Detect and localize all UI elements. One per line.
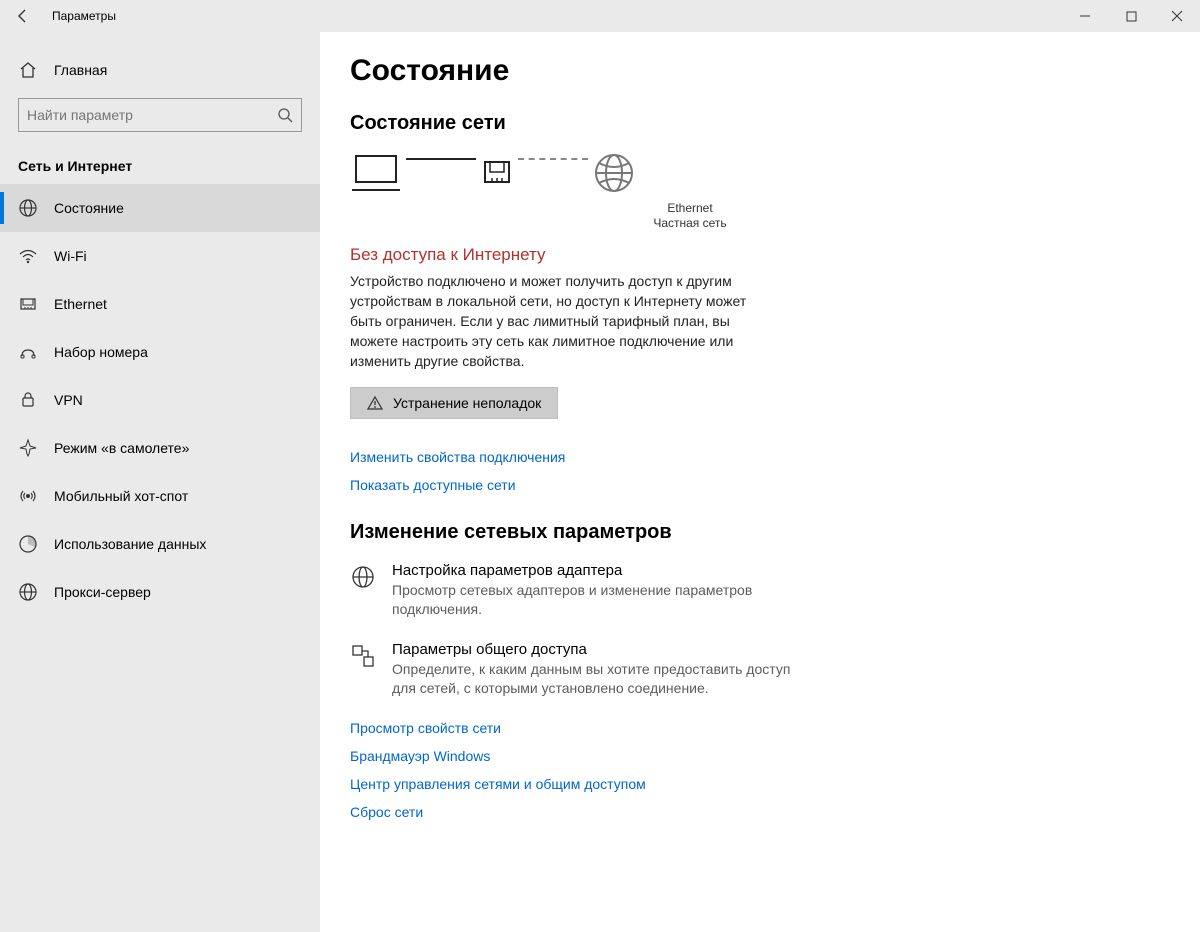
option-sharing-settings[interactable]: Параметры общего доступа Определите, к к… — [350, 641, 810, 698]
sidebar-item-wifi[interactable]: Wi-Fi — [0, 232, 320, 280]
globe-icon — [592, 151, 636, 195]
diagram-connection-dashed — [518, 158, 588, 160]
close-icon — [1171, 10, 1183, 22]
sharing-options-icon — [350, 641, 378, 698]
sidebar-item-datausage[interactable]: Использование данных — [0, 520, 320, 568]
data-usage-icon — [18, 534, 38, 554]
wifi-icon — [18, 246, 38, 266]
titlebar: Параметры — [0, 0, 1200, 32]
page-title: Состояние — [350, 54, 910, 88]
search-icon — [277, 107, 293, 123]
link-windows-firewall[interactable]: Брандмауэр Windows — [350, 748, 910, 764]
diagram-adapter — [480, 156, 514, 190]
link-view-network-props[interactable]: Просмотр свойств сети — [350, 720, 910, 736]
status-title: Без доступа к Интернету — [350, 245, 910, 265]
sidebar-item-label: Мобильный хот-спот — [54, 488, 188, 504]
sidebar-item-ethernet[interactable]: Ethernet — [0, 280, 320, 328]
ethernet-adapter-icon — [480, 156, 514, 190]
maximize-icon — [1126, 11, 1137, 22]
sidebar-item-label: Набор номера — [54, 344, 148, 360]
vpn-icon — [18, 390, 38, 410]
option-title: Настройка параметров адаптера — [392, 562, 810, 579]
sidebar-item-label: Использование данных — [54, 536, 206, 552]
pc-icon — [350, 152, 402, 194]
option-title: Параметры общего доступа — [392, 641, 810, 658]
option-desc: Определите, к каким данным вы хотите пре… — [392, 660, 810, 698]
sidebar-item-label: Прокси-сервер — [54, 584, 151, 600]
hotspot-icon — [18, 486, 38, 506]
warning-icon — [367, 395, 383, 411]
dialup-icon — [18, 342, 38, 362]
search-input[interactable] — [27, 107, 277, 123]
link-network-sharing-center[interactable]: Центр управления сетями и общим доступом — [350, 776, 910, 792]
sidebar-nav: Состояние Wi-Fi Ethernet — [0, 184, 320, 616]
proxy-icon — [18, 582, 38, 602]
option-adapter-settings[interactable]: Настройка параметров адаптера Просмотр с… — [350, 562, 810, 619]
minimize-icon — [1079, 10, 1091, 22]
sidebar-item-label: Режим «в самолете» — [54, 440, 189, 456]
status-icon — [18, 198, 38, 218]
sidebar-item-airplane[interactable]: Режим «в самолете» — [0, 424, 320, 472]
sidebar-item-label: Ethernet — [54, 296, 107, 312]
sidebar-item-label: VPN — [54, 392, 83, 408]
link-network-reset[interactable]: Сброс сети — [350, 804, 910, 820]
window-title: Параметры — [52, 9, 116, 23]
content-area: Состояние Состояние сети Et — [320, 32, 1200, 932]
sidebar-item-hotspot[interactable]: Мобильный хот-спот — [0, 472, 320, 520]
diagram-labels: Ethernet Частная сеть — [350, 201, 910, 231]
diagram-label-sub: Частная сеть — [470, 216, 910, 231]
change-settings-heading: Изменение сетевых параметров — [350, 521, 910, 544]
network-diagram — [350, 151, 910, 195]
adapter-options-icon — [350, 562, 378, 619]
link-change-connection-props[interactable]: Изменить свойства подключения — [350, 449, 910, 465]
search-box[interactable] — [18, 98, 302, 132]
diagram-globe — [592, 151, 636, 195]
arrow-left-icon — [16, 9, 30, 23]
diagram-connection-solid — [406, 158, 476, 160]
sidebar-item-dialup[interactable]: Набор номера — [0, 328, 320, 376]
diagram-label-main: Ethernet — [470, 201, 910, 216]
sidebar-item-label: Состояние — [54, 200, 124, 216]
maximize-button[interactable] — [1108, 0, 1154, 32]
diagram-pc — [350, 152, 402, 194]
airplane-icon — [18, 438, 38, 458]
sidebar-item-vpn[interactable]: VPN — [0, 376, 320, 424]
troubleshoot-button[interactable]: Устранение неполадок — [350, 387, 558, 419]
ethernet-icon — [18, 294, 38, 314]
network-state-heading: Состояние сети — [350, 112, 910, 135]
home-label: Главная — [54, 62, 107, 78]
close-button[interactable] — [1154, 0, 1200, 32]
sidebar-item-label: Wi-Fi — [54, 248, 87, 264]
home-nav[interactable]: Главная — [0, 52, 320, 88]
sidebar-item-status[interactable]: Состояние — [0, 184, 320, 232]
option-desc: Просмотр сетевых адаптеров и изменение п… — [392, 581, 810, 619]
troubleshoot-label: Устранение неполадок — [393, 395, 541, 411]
status-description: Устройство подключено и может получить д… — [350, 271, 750, 371]
minimize-button[interactable] — [1062, 0, 1108, 32]
sidebar-item-proxy[interactable]: Прокси-сервер — [0, 568, 320, 616]
sidebar-group-label: Сеть и Интернет — [0, 138, 320, 184]
home-icon — [18, 60, 38, 80]
link-show-available-networks[interactable]: Показать доступные сети — [350, 477, 910, 493]
sidebar: Главная Сеть и Интернет Состояние — [0, 32, 320, 932]
back-button[interactable] — [0, 0, 46, 32]
